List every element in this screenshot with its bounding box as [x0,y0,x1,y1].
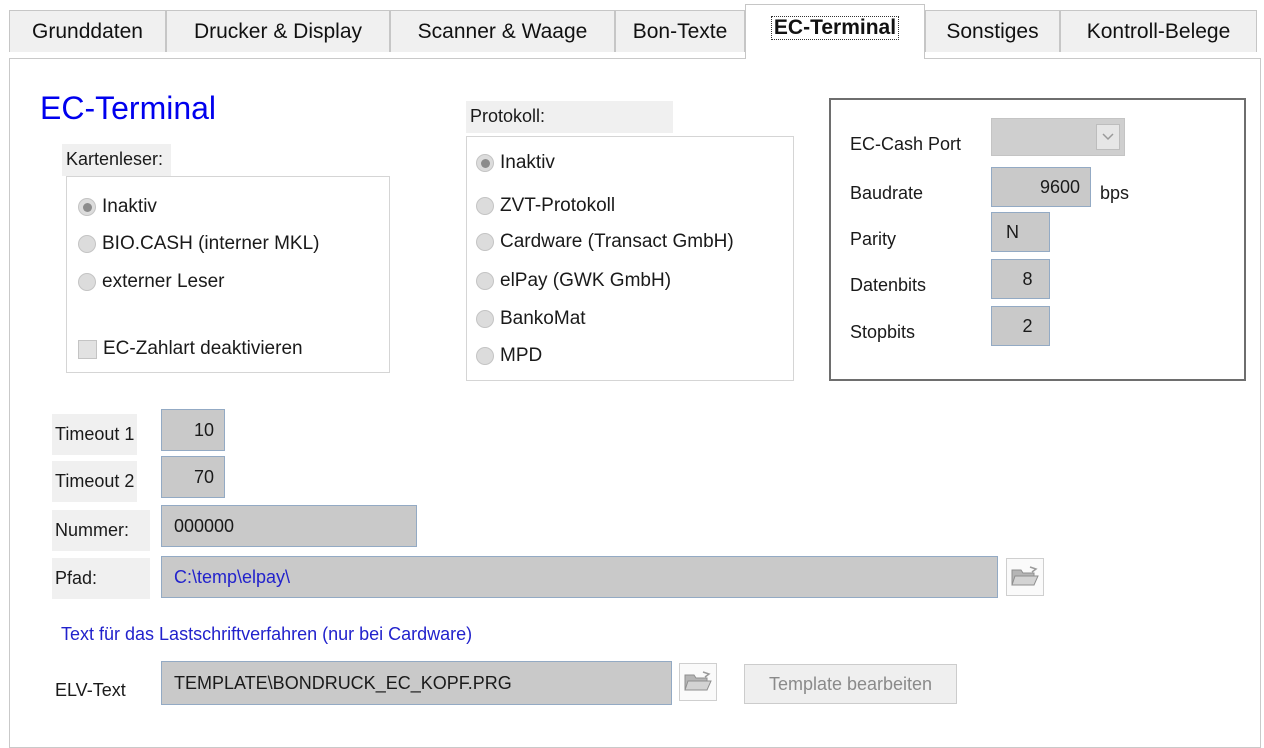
folder-open-icon [1011,566,1039,586]
parity-field[interactable]: N [991,212,1050,252]
radio-icon [476,347,494,365]
stopbits-field[interactable]: 2 [991,306,1050,346]
kartenleser-label: Kartenleser: [62,144,172,176]
kartenleser-option-bio-cash[interactable]: BIO.CASH (interner MKL) [78,233,320,255]
option-label: externer Leser [102,271,225,292]
baudrate-label: Baudrate [850,183,924,203]
option-label: Inaktiv [500,152,555,173]
option-label: MPD [500,345,543,366]
radio-icon [476,233,494,251]
ec-cash-port-label: EC-Cash Port [850,134,962,154]
option-label: elPay (GWK GmbH) [500,270,672,291]
stopbits-label: Stopbits [850,322,916,342]
datenbits-field[interactable]: 8 [991,259,1050,299]
option-label: ZVT-Protokoll [500,195,616,216]
elv-text-label: ELV-Text [55,680,126,700]
radio-selected-icon [476,154,494,172]
protokoll-option-cardware[interactable]: Cardware (Transact GmbH) [476,231,734,253]
parity-label: Parity [850,229,897,249]
protokoll-option-inaktiv[interactable]: Inaktiv [476,152,555,174]
option-label: BankoMat [500,308,586,329]
pfad-label: Pfad: [52,558,150,599]
tab-ec-terminal[interactable]: EC-Terminal [745,4,925,59]
template-bearbeiten-button[interactable]: Template bearbeiten [744,664,957,704]
tab-grunddaten[interactable]: Grunddaten [9,10,166,52]
timeout1-field[interactable]: 10 [161,409,225,451]
nummer-field[interactable]: 000000 [161,505,417,547]
elv-text-field[interactable]: TEMPLATE\BONDRUCK_EC_KOPF.PRG [161,661,672,705]
option-label: BIO.CASH (interner MKL) [102,233,320,254]
protokoll-option-mpd[interactable]: MPD [476,345,542,367]
protokoll-option-elpay[interactable]: elPay (GWK GmbH) [476,270,671,292]
timeout1-label: Timeout 1 [52,414,138,455]
radio-icon [476,310,494,328]
radio-icon [476,197,494,215]
kartenleser-option-inaktiv[interactable]: Inaktiv [78,196,157,218]
radio-selected-icon [78,198,96,216]
baudrate-unit: bps [1100,183,1130,203]
nummer-label: Nummer: [52,510,150,551]
protokoll-option-zvt[interactable]: ZVT-Protokoll [476,195,615,217]
protokoll-option-bankomat[interactable]: BankoMat [476,308,586,330]
chevron-down-icon[interactable] [1096,124,1120,150]
option-label: Inaktiv [102,196,157,217]
checkbox-label: EC-Zahlart deaktivieren [103,338,303,359]
pfad-field[interactable]: C:\temp\elpay\ [161,556,998,598]
timeout2-label: Timeout 2 [52,461,138,502]
radio-icon [476,272,494,290]
tab-drucker-display[interactable]: Drucker & Display [166,10,390,52]
folder-open-icon [684,671,712,691]
radio-icon [78,235,96,253]
tab-scanner-waage[interactable]: Scanner & Waage [390,10,615,52]
timeout2-field[interactable]: 70 [161,456,225,498]
radio-icon [78,273,96,291]
page-title: EC-Terminal [40,90,217,126]
baudrate-field[interactable]: 9600 [991,167,1091,207]
tab-sonstiges[interactable]: Sonstiges [925,10,1060,52]
ec-zahlart-deaktivieren-checkbox[interactable]: EC-Zahlart deaktivieren [78,338,303,360]
option-label: Cardware (Transact GmbH) [500,231,734,252]
ec-cash-port-select[interactable] [991,118,1125,156]
datenbits-label: Datenbits [850,275,927,295]
checkbox-icon [78,339,97,359]
lastschrift-hint: Text für das Lastschriftverfahren (nur b… [61,624,473,644]
protokoll-label: Protokoll: [466,101,673,133]
pfad-browse-button[interactable] [1006,558,1044,596]
tab-strip: Grunddaten Drucker & Display Scanner & W… [0,0,1264,59]
tab-kontroll-belege[interactable]: Kontroll-Belege [1060,10,1257,52]
tab-ec-terminal-label: EC-Terminal [770,16,900,40]
kartenleser-option-externer-leser[interactable]: externer Leser [78,271,225,293]
elv-browse-button[interactable] [679,663,717,701]
tab-bon-texte[interactable]: Bon-Texte [615,10,745,52]
